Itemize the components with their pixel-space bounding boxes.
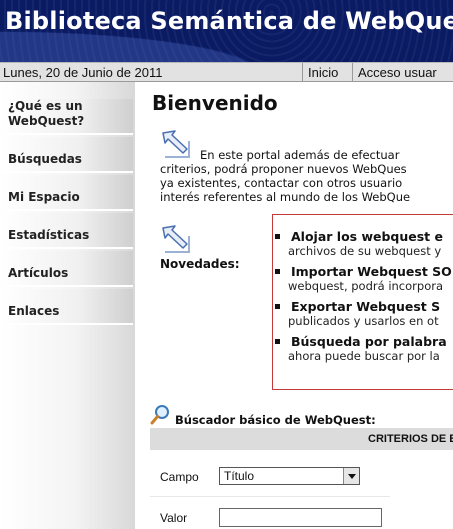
sidebar-item-articulos[interactable]: Artículos xyxy=(0,251,133,287)
search-title: Búscador básico de WebQuest: xyxy=(175,413,376,427)
sidebar-item-enlaces[interactable]: Enlaces xyxy=(0,289,133,325)
campo-label: Campo xyxy=(160,470,199,484)
intro-paragraph: En este portal además de efectuar criter… xyxy=(160,148,453,204)
page-title: Bienvenido xyxy=(152,91,278,115)
arrow-icon xyxy=(162,225,190,253)
campo-row: Campo Título xyxy=(150,464,390,497)
news-description: archivos de su webquest y xyxy=(288,244,442,258)
news-title: Exportar Webquest S xyxy=(291,299,441,314)
news-item: Exportar Webquest S publicados y usarlos… xyxy=(273,299,453,328)
sidebar: ¿Qué es un WebQuest? Búsquedas Mi Espaci… xyxy=(0,82,135,529)
sidebar-item-label: Estadísticas xyxy=(8,228,90,242)
intro-line: ya existentes, contactar con otros usuar… xyxy=(160,176,403,190)
criteria-header-text: CRITERIOS DE B xyxy=(368,433,453,445)
news-description: publicados y usarlos en ot xyxy=(288,314,439,328)
news-item: Búsqueda por palabra ahora puede buscar … xyxy=(273,334,453,363)
current-date: Lunes, 20 de Junio de 2011 xyxy=(3,65,163,80)
magnifier-icon xyxy=(150,405,169,425)
sidebar-item-label: Enlaces xyxy=(8,304,60,318)
news-box: Alojar los webquest e archivos de su web… xyxy=(272,214,453,390)
news-description: webquest, podrá incorpora xyxy=(288,279,444,293)
news-title: Importar Webquest SO xyxy=(291,264,452,279)
news-list: Alojar los webquest e archivos de su web… xyxy=(273,229,453,369)
campo-select-value: Título xyxy=(224,469,255,483)
sidebar-item-estadisticas[interactable]: Estadísticas xyxy=(0,213,133,249)
nav-inicio-link[interactable]: Inicio xyxy=(302,63,343,81)
nav-acceso-usuario-link[interactable]: Acceso usuar xyxy=(352,63,442,81)
news-description: ahora puede buscar por la xyxy=(288,349,440,363)
sidebar-item-que-es-webquest[interactable]: ¿Qué es un WebQuest? xyxy=(0,99,133,135)
sidebar-item-label: ¿Qué es un WebQuest? xyxy=(8,99,85,128)
sidebar-item-mi-espacio[interactable]: Mi Espacio xyxy=(0,175,133,211)
top-bar: Lunes, 20 de Junio de 2011 Inicio Acceso… xyxy=(0,62,453,82)
valor-input[interactable] xyxy=(219,508,382,527)
intro-line: En este portal además de efectuar xyxy=(200,148,400,162)
campo-select[interactable]: Título xyxy=(219,467,360,485)
chevron-down-icon[interactable] xyxy=(343,468,359,484)
news-title: Alojar los webquest e xyxy=(291,229,443,244)
news-item: Importar Webquest SO webquest, podrá inc… xyxy=(273,264,453,293)
sidebar-item-busquedas[interactable]: Búsquedas xyxy=(0,137,133,173)
news-title: Búsqueda por palabra xyxy=(291,334,447,349)
novedades-label: Novedades: xyxy=(160,257,240,271)
sidebar-item-label: Artículos xyxy=(8,266,69,280)
site-title: Biblioteca Semántica de WebQuest : xyxy=(5,7,453,35)
sidebar-item-label: Mi Espacio xyxy=(8,190,80,204)
valor-row: Valor xyxy=(150,506,390,529)
news-item: Alojar los webquest e archivos de su web… xyxy=(273,229,453,258)
main-content: Bienvenido En este portal además de efec… xyxy=(135,82,453,529)
valor-label: Valor xyxy=(160,511,188,525)
intro-line: interés referentes al mundo de los WebQu… xyxy=(160,190,411,204)
criteria-header: CRITERIOS DE B xyxy=(150,428,453,450)
intro-line: criterios, podrá proponer nuevos WebQues xyxy=(160,162,407,176)
header-banner: Biblioteca Semántica de WebQuest : xyxy=(0,0,453,62)
sidebar-item-label: Búsquedas xyxy=(8,152,82,166)
